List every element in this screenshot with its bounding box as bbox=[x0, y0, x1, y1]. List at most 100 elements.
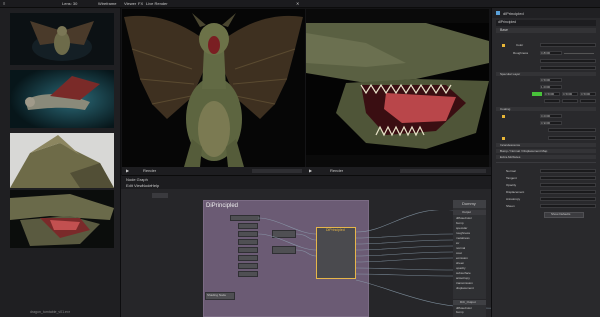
roughness-label: Roughness bbox=[513, 51, 529, 55]
vec-z-field[interactable] bbox=[580, 99, 596, 103]
output-port[interactable]: bump bbox=[456, 222, 464, 225]
input-node-2[interactable] bbox=[238, 223, 258, 229]
output-port[interactable]: subsurface bbox=[456, 272, 471, 275]
roughness-value: 0.8000 bbox=[541, 50, 551, 55]
thumbnail-dragon-side[interactable] bbox=[10, 70, 114, 128]
node-graph-breadcrumb[interactable] bbox=[152, 193, 168, 198]
output-port[interactable]: normal bbox=[456, 247, 465, 250]
fx-menu-item[interactable]: FX bbox=[138, 2, 143, 6]
attr-field-4[interactable] bbox=[540, 66, 596, 70]
extra-attr-field[interactable] bbox=[540, 183, 596, 187]
viewer-left-render-label[interactable]: Render bbox=[143, 169, 156, 173]
left-menu-icon[interactable]: ≡ bbox=[3, 2, 5, 6]
thumbnail-dragon-front[interactable] bbox=[10, 13, 114, 65]
extra-attr-field[interactable] bbox=[540, 197, 596, 201]
dragon-wing-image bbox=[10, 133, 114, 188]
extra-attr-field[interactable] bbox=[540, 190, 596, 194]
viewer-right-play-icon[interactable]: ▶ bbox=[309, 169, 312, 173]
color-g-value: 0.5000 bbox=[563, 91, 573, 96]
inspector-tab[interactable]: dlPrincipled bbox=[498, 20, 516, 25]
dragon-full-render bbox=[122, 9, 305, 167]
output-port[interactable]: emission bbox=[456, 257, 468, 260]
extra-attr-field[interactable] bbox=[540, 169, 596, 173]
dragon-front-image bbox=[10, 13, 114, 65]
output-port[interactable]: metalness bbox=[456, 237, 470, 240]
color-label: Color bbox=[516, 43, 524, 47]
section-base-label: Base bbox=[500, 28, 508, 32]
section-coating[interactable] bbox=[496, 107, 596, 111]
input-node-8[interactable] bbox=[238, 271, 258, 277]
render-viewer-left[interactable] bbox=[122, 9, 305, 167]
vec-x-field[interactable] bbox=[544, 99, 560, 103]
viewer-right-render-label[interactable]: Render bbox=[330, 169, 343, 173]
attr-field-3[interactable] bbox=[540, 59, 596, 63]
input-node-1[interactable] bbox=[230, 215, 260, 221]
viewer-left-play-icon[interactable]: ▶ bbox=[126, 169, 129, 173]
color-field[interactable] bbox=[540, 43, 596, 47]
output-port[interactable]: opacity bbox=[456, 267, 466, 270]
top-menu-bar bbox=[0, 0, 600, 8]
viewer-right-slider[interactable] bbox=[400, 169, 486, 173]
output-port[interactable]: ior bbox=[456, 242, 459, 245]
roughness-slider[interactable] bbox=[564, 53, 594, 54]
input-node-3[interactable] bbox=[238, 231, 258, 237]
section-specular-label: Specular Layer bbox=[500, 71, 521, 76]
input-node-5[interactable] bbox=[238, 247, 258, 253]
input-node-6[interactable] bbox=[238, 255, 258, 261]
color-swatch[interactable] bbox=[532, 92, 542, 96]
output-port[interactable]: anisotropy bbox=[456, 277, 470, 280]
section-coating-label: Coating bbox=[500, 106, 511, 111]
output-port[interactable]: sheen bbox=[456, 262, 464, 265]
group-title: DiPrincipled bbox=[206, 203, 239, 209]
output-port[interactable]: roughness bbox=[456, 232, 470, 235]
input-node-4[interactable] bbox=[238, 239, 258, 245]
shader-node-icon bbox=[496, 11, 500, 15]
extra-attr-field[interactable] bbox=[540, 176, 596, 180]
thumbnail-footer-label: dragon_turntable_v01.exr bbox=[30, 310, 70, 314]
lens-label: Lens: 30 bbox=[62, 1, 78, 6]
node-graph-menu-help[interactable]: Help bbox=[151, 184, 159, 188]
render-viewer-right[interactable] bbox=[306, 23, 489, 155]
extra-attr-label: Displacement bbox=[506, 190, 525, 194]
dic-output-port[interactable]: bump bbox=[456, 311, 464, 314]
base-enable-checkbox[interactable] bbox=[502, 44, 505, 47]
extra-attr-label: Opacity bbox=[506, 183, 517, 187]
extra-attr-label: Anisotropy bbox=[506, 197, 521, 201]
incandescence-checkbox[interactable] bbox=[502, 137, 505, 140]
output-port[interactable]: transmission bbox=[456, 282, 473, 285]
section-base[interactable] bbox=[496, 28, 596, 33]
output-port[interactable]: displacement bbox=[456, 287, 474, 290]
viewer-right-top-gap bbox=[306, 9, 489, 23]
thumbnail-dragon-mouth[interactable] bbox=[10, 190, 114, 248]
thumbnail-dragon-wing[interactable] bbox=[10, 133, 114, 188]
dic-output-node-title: DiC_Output bbox=[460, 300, 476, 304]
incandescence-field[interactable] bbox=[548, 136, 596, 140]
shading-node-mini-label: Shading Node bbox=[207, 293, 227, 297]
inspector-node-name[interactable]: dlPrincipled bbox=[503, 12, 524, 16]
output-node-title: Dummy bbox=[462, 201, 476, 206]
viewer-right-bottom-gap bbox=[306, 155, 489, 167]
output-port[interactable]: specular bbox=[456, 227, 467, 230]
viewer-close-icon[interactable]: ✕ bbox=[296, 2, 299, 6]
section-extra-label: Extra Attributes bbox=[500, 154, 521, 159]
input-node-7[interactable] bbox=[238, 263, 258, 269]
viewer-left-slider[interactable] bbox=[252, 169, 302, 173]
coating-checkbox[interactable] bbox=[502, 115, 505, 118]
viewer-menu-item[interactable]: Viewer bbox=[124, 2, 136, 6]
extra-attr-label: Sheen bbox=[506, 204, 515, 208]
node-graph-header bbox=[121, 176, 491, 189]
extra-attr-field[interactable] bbox=[540, 204, 596, 208]
node-graph-title: Node Graph bbox=[126, 177, 148, 182]
inspector-divider bbox=[496, 162, 596, 163]
node-graph-menu-edit[interactable]: Edit bbox=[126, 184, 133, 188]
display-mode-label[interactable]: Wireframe bbox=[98, 2, 116, 6]
dragon-side-image bbox=[10, 70, 114, 128]
live-render-menu-item[interactable]: Live Render bbox=[146, 2, 168, 6]
output-port[interactable]: diffuseColor bbox=[456, 217, 472, 220]
vec-y-field[interactable] bbox=[562, 99, 578, 103]
output-port[interactable]: coat bbox=[456, 252, 462, 255]
color-r-value: 0.5000 bbox=[545, 91, 555, 96]
coating-map-field[interactable] bbox=[548, 128, 596, 132]
color-b-value: 0.5000 bbox=[581, 91, 591, 96]
dragon-mouth-image bbox=[10, 190, 114, 248]
